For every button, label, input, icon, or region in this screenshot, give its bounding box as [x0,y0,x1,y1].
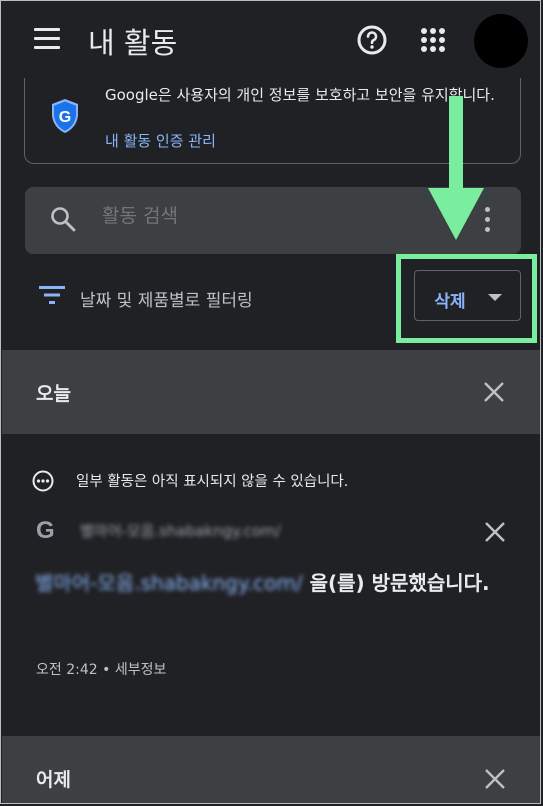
close-icon[interactable] [483,381,505,403]
menu-icon[interactable] [34,28,60,50]
google-g-icon: G [36,517,55,544]
details-link[interactable]: 세부정보 [115,662,167,678]
delete-button-label: 삭제 [434,292,466,312]
dropdown-icon[interactable] [488,294,502,301]
page-title: 내 활동 [88,26,178,60]
svg-text:G: G [59,109,71,126]
activity-meta: 오전 2:42 • 세부정보 [36,659,166,679]
section-title-today: 오늘 [36,383,71,405]
filter-label[interactable]: 날짜 및 제품별로 필터링 [80,286,253,311]
shield-icon: G [52,99,78,133]
apps-icon[interactable] [420,27,446,53]
search-icon [51,207,76,232]
meta-separator: • [97,662,115,678]
search-input[interactable] [102,205,402,227]
filter-icon[interactable] [39,285,65,305]
section-header-yesterday [2,736,540,804]
activity-visit-suffix: 을(를) 방문했습니다. [302,571,490,595]
arrow-icon [428,96,484,240]
activity-title: 별마어-모음.shabakngy.com/ 을(를) 방문했습니다. [35,566,505,600]
activity-time: 오전 2:42 [36,662,98,678]
activity-visit-link[interactable]: 별마어-모음.shabakngy.com/ [35,571,303,595]
notice-text: 일부 활동은 아직 표시되지 않을 수 있습니다. [76,474,349,490]
section-title-yesterday: 어제 [36,769,71,791]
activity-site-url: 별마어-모음.shabakngy.com/ [80,522,281,540]
close-icon[interactable] [484,768,506,790]
help-icon[interactable] [356,24,388,56]
section-header-today [2,350,540,434]
avatar[interactable] [474,14,528,68]
manage-verification-link[interactable]: 내 활동 인증 관리 [105,130,216,151]
top-app-bar: 내 활동 [0,0,543,80]
close-icon[interactable] [484,521,506,543]
info-icon [32,470,54,492]
